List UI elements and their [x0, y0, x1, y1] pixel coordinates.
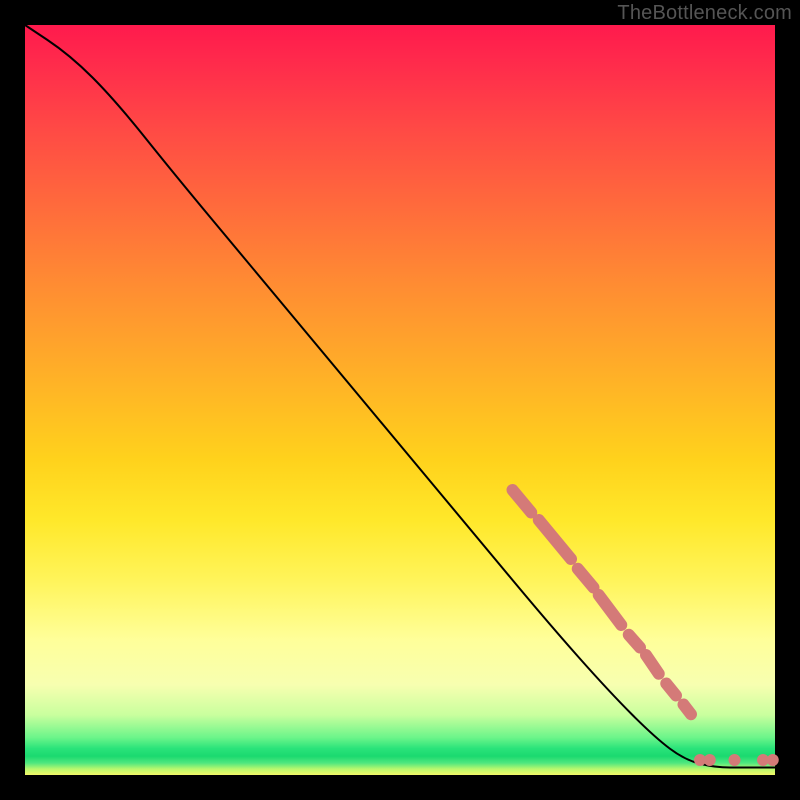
highlight-segment	[578, 569, 594, 588]
highlight-segment	[666, 684, 676, 696]
highlight-segment	[599, 595, 622, 625]
bottleneck-curve	[25, 25, 775, 768]
highlight-dot	[729, 754, 741, 766]
highlight-dot	[704, 754, 716, 766]
overlay-svg	[25, 25, 775, 775]
highlight-segment	[539, 520, 571, 559]
highlight-segment	[629, 635, 640, 648]
chart-frame: TheBottleneck.com	[0, 0, 800, 800]
plot-area	[25, 25, 775, 775]
highlight-segment	[684, 705, 692, 715]
watermark-label: TheBottleneck.com	[617, 2, 792, 25]
highlight-dot	[767, 754, 779, 766]
highlight-segment	[646, 655, 659, 674]
highlight-segment	[513, 490, 532, 513]
